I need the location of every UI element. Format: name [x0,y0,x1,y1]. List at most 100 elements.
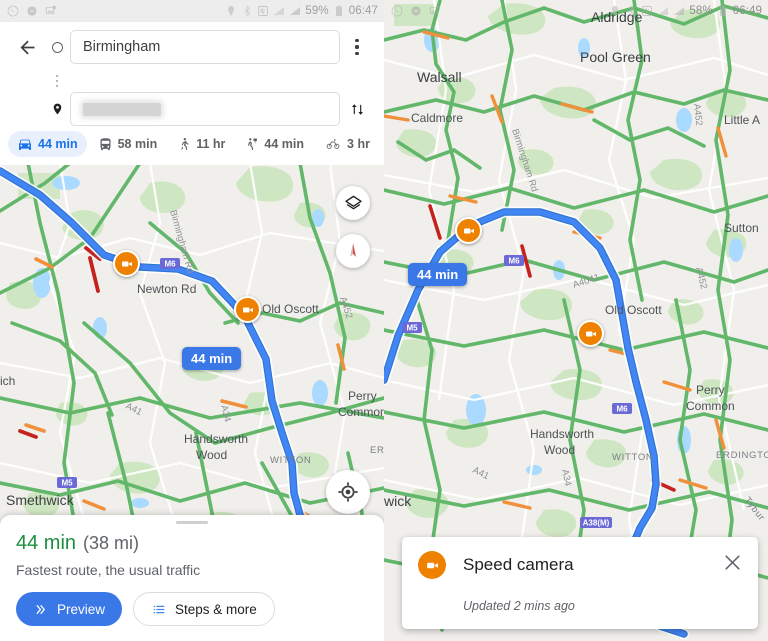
route-connector [44,68,70,94]
do-not-disturb-icon [411,6,421,16]
map-label: ER [370,445,384,456]
back-button[interactable] [10,30,44,64]
route-summary-sheet: 44 min (38 mi) Fastest route, the usual … [0,515,384,641]
map-label: Wood [196,448,227,462]
origin-value: Birmingham [83,39,161,55]
status-clock: 06:49 [732,5,762,17]
list-icon [153,605,165,613]
motorway-shield: M6 [612,403,632,414]
status-clock: 06:47 [348,5,378,17]
speed-camera-marker[interactable] [113,250,140,277]
walk-icon [181,138,189,150]
compass-button[interactable] [336,234,370,268]
svg-text:M5: M5 [61,479,73,488]
location-icon [612,6,619,16]
map-label: Newton Rd [137,282,196,296]
route-actions: Preview Steps & more [16,592,368,626]
battery-percent: 58% [689,5,713,17]
tab-rideshare[interactable]: 44 min [236,131,313,157]
tab-transit[interactable]: 58 min [89,132,167,157]
route-eta-badge[interactable]: 44 min [182,347,242,370]
speed-camera-marker[interactable] [455,217,482,244]
battery-icon [719,5,726,16]
motorway-shield: A38(M) [580,517,612,528]
swap-vertical-icon [351,103,363,115]
signal-1-icon: ₁ [274,7,285,16]
speed-camera-card: Speed camera Updated 2 mins ago [402,537,758,629]
tab-cycling[interactable]: 3 hr [315,132,379,156]
tab-rideshare-label: 44 min [264,137,305,151]
do-not-disturb-icon [27,6,37,16]
speed-camera-icon [242,307,253,312]
map-label: Little A [724,113,760,127]
speed-camera-icon [463,228,474,233]
signal-1-icon [658,7,669,15]
my-location-button[interactable] [326,470,370,514]
photo-icon [429,5,440,15]
double-chevron-right-icon [36,604,45,614]
map-label: Perry [696,383,725,397]
map-label: Wood [544,443,575,457]
status-bar: 58% 06:49 [384,0,768,22]
map-label: Pool Green [580,49,651,65]
tab-driving[interactable]: 44 min [8,131,87,157]
status-notification-icons [7,5,57,17]
bluetooth-icon [244,5,251,17]
tab-driving-label: 44 min [38,137,78,151]
status-system-icons: ₁ 59% 06:47 [225,5,378,17]
destination-input[interactable] [70,92,340,126]
close-icon [725,555,740,570]
left-phone-screen: ₁ 59% 06:47 Birmingham 44 min 58 min 11 … [0,0,384,641]
rideshare-icon [248,138,258,151]
preview-label: Preview [57,601,106,617]
origin-row: Birmingham [10,30,374,64]
map-label: Sutton [724,221,759,235]
map-label: Common [686,399,735,413]
swap-button[interactable] [340,100,374,119]
steps-and-more-button[interactable]: Steps & more [133,592,275,626]
map-label: Smethwick [6,492,75,508]
sheet-drag-handle[interactable] [176,521,208,524]
svg-text:A38(M): A38(M) [583,519,610,528]
circle-icon [51,41,63,53]
speed-camera-marker[interactable] [234,296,261,323]
preview-button[interactable]: Preview [16,592,123,626]
signal-2-icon [674,7,685,15]
map-label: Perry [348,389,377,403]
whatsapp-icon [7,5,19,17]
speed-camera-marker[interactable] [577,320,604,347]
battery-icon [335,5,342,16]
status-notification-icons [391,5,441,17]
signal-2-icon [290,7,301,15]
nfc-icon [642,6,653,16]
speed-camera-icon [585,331,596,336]
origin-input[interactable]: Birmingham [70,30,340,64]
destination-value-blurred [83,102,161,116]
map-label: Old Oscott [605,303,662,317]
photo-icon [45,5,56,15]
speed-camera-badge [418,551,446,579]
back-arrow-icon [20,40,34,54]
map-label: Walsall [417,69,462,85]
status-system-icons: 58% 06:49 [609,5,762,17]
steps-label: Steps & more [175,601,257,617]
motorway-shield: M6 [160,258,180,269]
map-label: Handsworth [184,432,248,446]
map-pin-icon [53,103,61,115]
compass-icon [350,243,356,257]
close-button[interactable] [721,551,744,579]
map-label: Caldmore [411,111,463,125]
tab-walking[interactable]: 11 hr [168,131,234,157]
map-label: wick [384,493,412,509]
speed-camera-icon [426,562,438,568]
svg-text:M6: M6 [508,257,520,266]
battery-percent: 59% [305,5,329,17]
nfc-icon [258,6,269,16]
overflow-menu-button[interactable] [340,39,374,55]
tab-walking-label: 11 hr [196,137,226,151]
destination-row [10,92,374,126]
map-layers-button[interactable] [336,186,370,220]
route-eta-badge[interactable]: 44 min [408,263,468,286]
map-label: ERDINGTON [716,450,768,461]
